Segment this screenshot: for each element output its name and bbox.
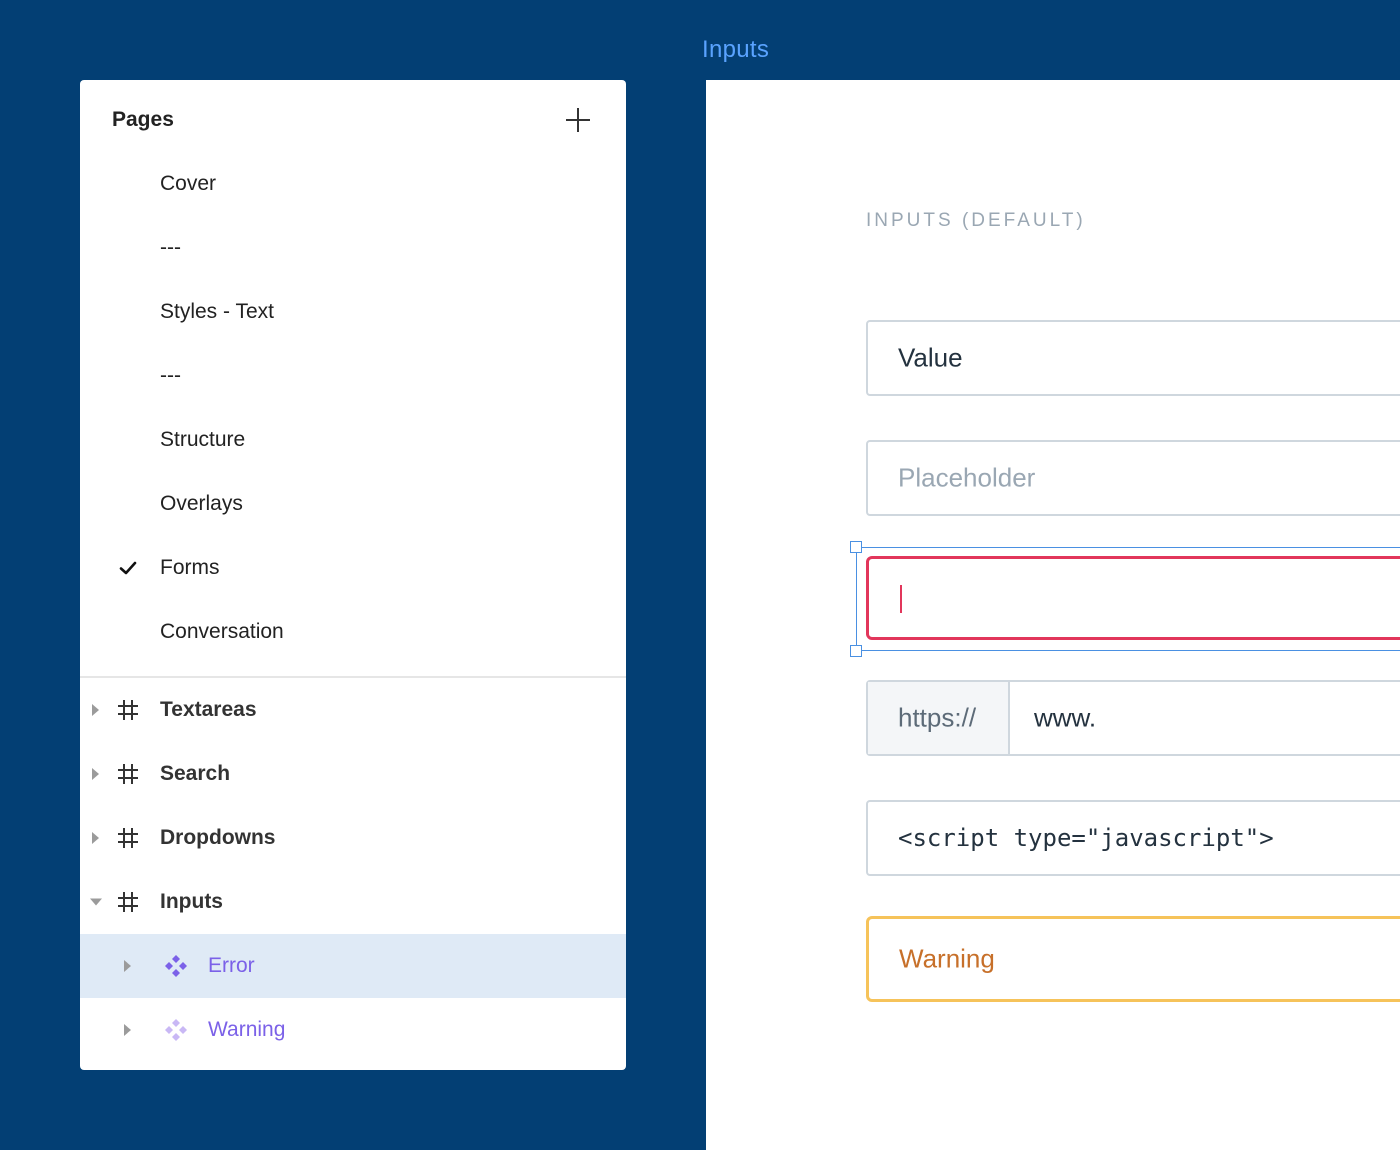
input-value: Value: [898, 342, 963, 373]
page-item-structure[interactable]: Structure: [80, 408, 626, 472]
url-prefix: https://: [868, 682, 1010, 754]
chevron-right-icon[interactable]: [124, 960, 131, 972]
page-label: ---: [160, 364, 181, 387]
layer-label: Dropdowns: [160, 826, 276, 849]
page-label: Forms: [160, 556, 220, 579]
pages-header: Pages: [80, 80, 626, 160]
code-input[interactable]: <script type="javascript">: [866, 800, 1400, 876]
resize-handle-top-left[interactable]: [850, 541, 862, 553]
layers-panel: Pages Cover --- Styles - Text --- Struct…: [80, 80, 626, 1070]
url-value: www.: [1034, 702, 1097, 733]
layer-row-warning[interactable]: Warning: [80, 998, 626, 1062]
checkmark-icon: [119, 561, 137, 575]
url-prefix-text: https://: [898, 702, 977, 733]
page-label: Conversation: [160, 620, 284, 643]
code-value: <script type="javascript">: [898, 824, 1274, 852]
layer-row-inputs[interactable]: Inputs: [80, 870, 626, 934]
layer-label: Inputs: [160, 890, 223, 913]
page-label: Overlays: [160, 492, 243, 515]
component-icon: [165, 1019, 187, 1041]
layer-row-dropdowns[interactable]: Dropdowns: [80, 806, 626, 870]
chevron-right-icon[interactable]: [92, 768, 99, 780]
page-list: Cover --- Styles - Text --- Structure Ov…: [80, 152, 626, 664]
value-input[interactable]: Value: [866, 320, 1400, 396]
component-icon: [165, 955, 187, 977]
layer-label: Textareas: [160, 698, 257, 721]
selection-box: [856, 547, 1400, 651]
page-item-styles-text[interactable]: Styles - Text: [80, 280, 626, 344]
frame-icon: [118, 764, 138, 784]
input-placeholder: Placeholder: [898, 462, 1036, 493]
placeholder-input[interactable]: Placeholder: [866, 440, 1400, 516]
resize-handle-bottom-left[interactable]: [850, 645, 862, 657]
page-item-cover[interactable]: Cover: [80, 152, 626, 216]
frame-label[interactable]: Inputs: [702, 36, 769, 64]
frame-icon: [118, 828, 138, 848]
chevron-right-icon[interactable]: [124, 1024, 131, 1036]
layer-list: Textareas Search Dropdowns Inputs Error …: [80, 678, 626, 1062]
frame-icon: [118, 892, 138, 912]
chevron-right-icon[interactable]: [92, 704, 99, 716]
page-label: Cover: [160, 172, 217, 195]
page-item-forms[interactable]: Forms: [80, 536, 626, 600]
layer-row-textareas[interactable]: Textareas: [80, 678, 626, 742]
page-label: Structure: [160, 428, 246, 451]
page-item-overlays[interactable]: Overlays: [80, 472, 626, 536]
canvas-frame[interactable]: INPUTS (DEFAULT) Value Placeholder https…: [706, 80, 1400, 1150]
layer-label: Warning: [208, 1018, 286, 1041]
pages-title: Pages: [112, 108, 174, 131]
warning-input[interactable]: Warning: [866, 916, 1400, 1002]
layer-row-error[interactable]: Error: [80, 934, 626, 998]
url-input[interactable]: https:// www.: [866, 680, 1400, 756]
warning-value: Warning: [899, 943, 995, 974]
page-label: Styles - Text: [160, 300, 274, 323]
page-item-conversation[interactable]: Conversation: [80, 600, 626, 664]
page-item-separator[interactable]: ---: [80, 344, 626, 408]
plus-icon[interactable]: [564, 106, 592, 134]
chevron-down-icon[interactable]: [90, 898, 102, 906]
layer-label: Search: [160, 762, 231, 785]
layer-label: Error: [208, 954, 255, 977]
page-item-separator[interactable]: ---: [80, 216, 626, 280]
page-label: ---: [160, 236, 181, 259]
section-title: INPUTS (DEFAULT): [866, 210, 1086, 231]
frame-icon: [118, 700, 138, 720]
chevron-right-icon[interactable]: [92, 832, 99, 844]
layer-row-search[interactable]: Search: [80, 742, 626, 806]
